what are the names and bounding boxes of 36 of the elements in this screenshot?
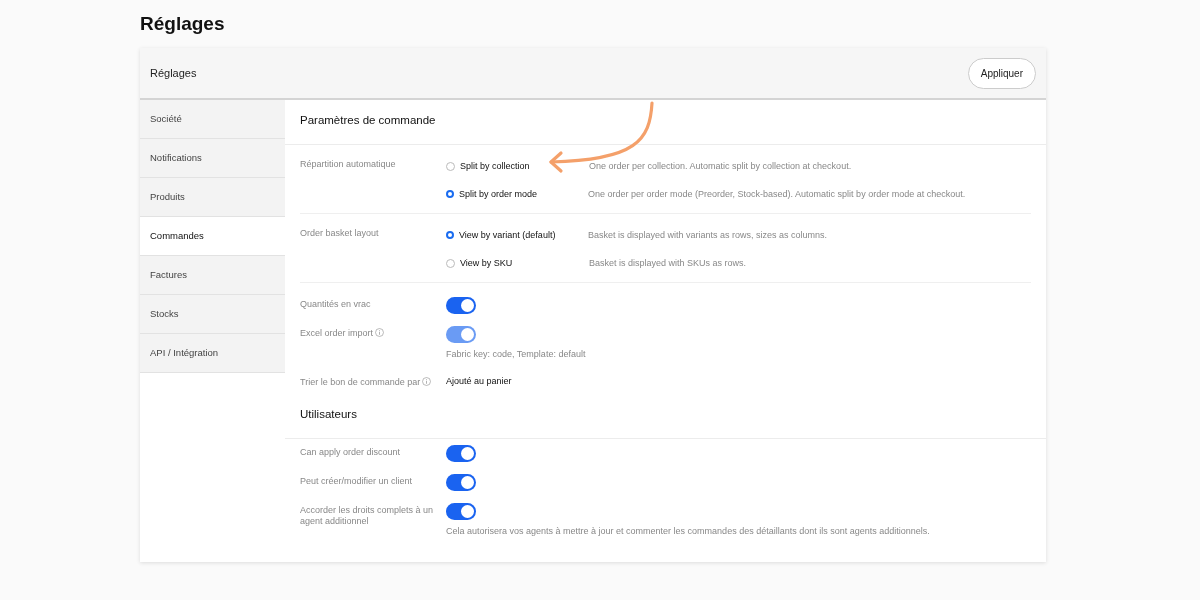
section-heading: Paramètres de commande (285, 100, 1046, 145)
radio-button[interactable] (446, 190, 454, 198)
setting-note: Cela autorisera vos agents à mettre à jour et commenter les commandes des détaillants dont ils sont agents additionnels. (446, 526, 931, 536)
setting-label: Répartition automatique (300, 159, 396, 169)
option-label[interactable]: View by variant (default) (459, 230, 588, 240)
setting-label: Trier le bon de commande par (300, 377, 421, 387)
option-description: Basket is displayed with variants as rows, sizes as columns. (588, 230, 828, 240)
option-description: One order per collection. Automatic split by collection at checkout. (589, 161, 852, 171)
radio-button[interactable] (446, 231, 454, 239)
sidebar-item[interactable]: Commandes (140, 217, 285, 256)
page-title: Réglages (140, 12, 226, 36)
toggle-switch[interactable] (446, 445, 476, 462)
setting-label: Can apply order discount (300, 447, 401, 457)
section-heading: Utilisateurs (285, 394, 1046, 439)
sidebar-item[interactable]: API / Intégration (140, 334, 285, 373)
setting-label: Accorder les droits complets à un agent additionnel (300, 505, 434, 526)
sidebar-item[interactable]: Stocks (140, 295, 285, 334)
option-label[interactable]: Split by collection (460, 161, 589, 171)
option-label[interactable]: Split by order mode (459, 189, 588, 199)
setting-value: Ajouté au panier (446, 376, 512, 386)
toggle-switch[interactable] (446, 474, 476, 491)
card-title: Réglages (150, 67, 197, 79)
option-label[interactable]: View by SKU (460, 258, 589, 268)
setting-note: Fabric key: code, Template: default (446, 349, 587, 359)
sidebar-item[interactable]: Société (140, 100, 285, 139)
toggle-switch[interactable] (446, 297, 476, 314)
setting-label: Excel order import (300, 328, 374, 338)
toggle-switch[interactable] (446, 503, 476, 520)
apply-button[interactable]: Appliquer (967, 57, 1036, 89)
sidebar-item[interactable]: Factures (140, 256, 285, 295)
option-description: One order per order mode (Preorder, Stock-based). Automatic split by order mode at checkout. (588, 189, 966, 199)
sidebar-item[interactable]: Notifications (140, 139, 285, 178)
setting-label: Order basket layout (300, 228, 379, 238)
option-description: Basket is displayed with SKUs as rows. (589, 258, 747, 268)
setting-label: Quantités en vrac (300, 299, 371, 309)
setting-label: Peut créer/modifier un client (300, 476, 413, 486)
